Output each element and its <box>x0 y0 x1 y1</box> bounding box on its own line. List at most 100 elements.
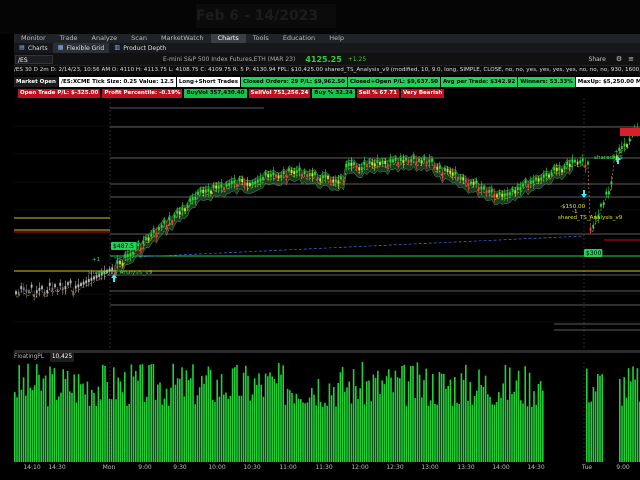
histogram-bar <box>634 379 636 462</box>
histogram-bar <box>88 405 91 462</box>
candle-body <box>186 205 189 209</box>
time-tick-label: 11:30 <box>315 464 333 471</box>
histogram-bar <box>416 362 419 462</box>
candle-body <box>397 161 400 165</box>
histogram-bar <box>359 388 361 462</box>
share-button[interactable]: Share <box>583 56 612 63</box>
histogram-bar <box>117 377 119 462</box>
time-tick-label: 12:30 <box>386 464 404 471</box>
menu-item-analyze[interactable]: Analyze <box>85 34 125 43</box>
histogram-bar <box>502 383 504 462</box>
time-tick-label: 12:00 <box>351 464 369 471</box>
menu-item-trade[interactable]: Trade <box>53 34 85 43</box>
histogram-bar <box>42 378 45 462</box>
candle-body <box>54 284 56 288</box>
candle-body <box>184 208 186 212</box>
histogram-bar <box>601 374 603 462</box>
candle-body <box>436 166 439 170</box>
menu-item-tools[interactable]: Tools <box>246 34 276 43</box>
histogram-bar <box>209 369 212 462</box>
candle-body <box>610 181 613 185</box>
histogram-bar <box>267 376 269 462</box>
histogram-bar <box>242 372 245 462</box>
strategy-stat-chip: Profit Percentile: -0.19% <box>102 89 183 98</box>
candle-body <box>20 286 23 290</box>
candle-body <box>571 159 574 163</box>
histogram-bar <box>330 395 333 462</box>
histogram-bar <box>304 403 306 462</box>
histogram-bar <box>40 390 42 462</box>
candle-body <box>540 177 543 181</box>
candle-body <box>329 179 332 183</box>
candle-body <box>275 174 277 178</box>
time-tick-label: 10:30 <box>243 464 261 471</box>
candle-body <box>264 172 267 176</box>
candle-body <box>480 186 483 190</box>
hamburger-menu-icon[interactable]: ≡ <box>626 55 640 63</box>
menu-item-scan[interactable]: Scan <box>124 34 154 43</box>
histogram-bar <box>22 377 25 462</box>
histogram-bar <box>223 394 225 462</box>
histogram-bar <box>520 400 522 462</box>
time-tick-label: 13:30 <box>457 464 475 471</box>
histogram-bar <box>132 376 135 462</box>
histogram-bar <box>176 378 179 462</box>
candle-body <box>176 210 179 214</box>
candle-body <box>350 162 353 166</box>
histogram-bar <box>97 386 100 462</box>
histogram-bar <box>511 393 513 462</box>
candle-body <box>490 189 493 193</box>
histogram-bar <box>542 390 544 462</box>
histogram-bar <box>619 378 621 462</box>
histogram-bar <box>319 402 322 462</box>
product-depth-tab-button[interactable]: ▥ Product Depth <box>109 43 171 53</box>
histogram-bar <box>196 395 199 462</box>
histogram-bar <box>302 402 304 462</box>
histogram-bar <box>20 389 23 462</box>
charts-tab-button[interactable]: ▤ Charts <box>14 43 53 53</box>
histogram-bar <box>383 384 386 462</box>
histogram-bar <box>245 365 247 462</box>
histogram-bar <box>201 375 203 462</box>
histogram-bar <box>498 392 500 462</box>
candle-body <box>228 182 231 186</box>
candle-body <box>121 262 124 266</box>
gear-icon[interactable]: ⚙ <box>612 55 626 63</box>
candle-body <box>605 191 608 195</box>
flexible-grid-tab-button[interactable]: ▦ Flexible Grid <box>52 43 110 53</box>
candle-body <box>506 192 509 196</box>
floating-pl-histogram[interactable] <box>14 362 640 462</box>
histogram-bar <box>86 381 89 462</box>
candle-body <box>379 161 381 165</box>
candle-body <box>152 229 155 233</box>
histogram-bar <box>487 394 489 462</box>
histogram-bar <box>269 372 271 462</box>
symbol-input[interactable]: /ES <box>15 54 53 64</box>
candle-body <box>337 180 340 184</box>
menu-item-charts[interactable]: Charts <box>210 34 246 43</box>
histogram-bar <box>528 372 531 462</box>
price-chart[interactable]: $487.5shared_TS_Analysis_v9+1-$150.00-1s… <box>14 98 640 350</box>
candle-body <box>225 183 228 187</box>
histogram-bar <box>124 372 126 462</box>
menu-item-marketwatch[interactable]: MarketWatch <box>154 34 211 43</box>
entry-price-badge: $487.5 <box>111 242 137 250</box>
menu-item-help[interactable]: Help <box>322 34 351 43</box>
histogram-bar <box>295 393 298 462</box>
histogram-bar <box>16 397 18 462</box>
main-menu-bar: Monitor Trade Analyze Scan MarketWatch Charts… <box>14 34 640 43</box>
candle-body <box>433 165 436 169</box>
histogram-bar <box>143 401 146 462</box>
menu-item-monitor[interactable]: Monitor <box>14 34 53 43</box>
menu-item-education[interactable]: Education <box>276 34 322 43</box>
candle-body <box>85 280 88 284</box>
histogram-bar <box>214 402 216 462</box>
histogram-bar <box>456 402 458 462</box>
candle-body <box>532 180 535 184</box>
candle-body <box>407 159 410 163</box>
histogram-bar <box>216 379 218 462</box>
histogram-bar <box>163 398 166 462</box>
time-tick-label: 11:00 <box>279 464 297 471</box>
histogram-bar <box>467 400 469 462</box>
histogram-bar <box>113 367 115 462</box>
